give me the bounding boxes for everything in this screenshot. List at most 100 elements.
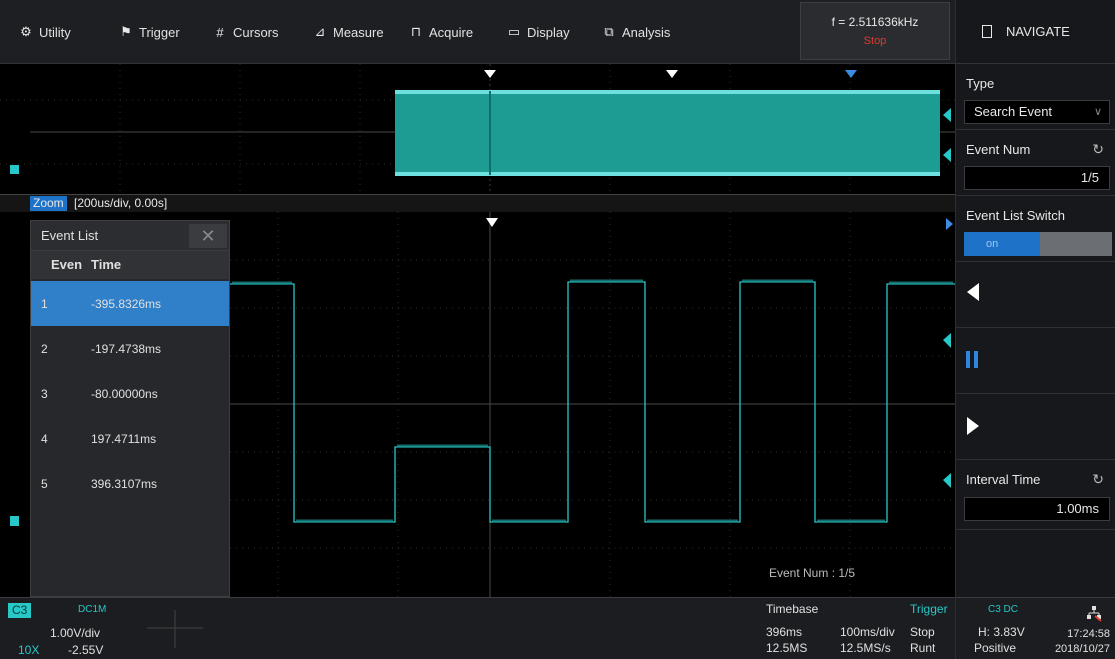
overview-channel-marker <box>10 165 19 174</box>
menu-cursors[interactable]: # Cursors <box>212 0 279 64</box>
measure-icon: ⊿ <box>314 24 326 39</box>
event-num-section[interactable]: Event Num ↻ 1/5 <box>956 130 1115 196</box>
menu-cursors-label: Cursors <box>233 24 279 40</box>
col-index-header: Even <box>51 257 83 272</box>
refresh-icon: ↻ <box>1092 141 1104 157</box>
timebase-delay: 396ms <box>766 625 803 639</box>
trigger-label: Trigger <box>910 602 948 616</box>
channel-probe: 10X <box>18 643 40 657</box>
overview-marker-3 <box>845 70 857 78</box>
pause-button[interactable] <box>956 328 1115 394</box>
navigate-panel: NAVIGATE Type Search Event ∨ Event Num ↻… <box>955 0 1115 659</box>
trigger-type: Runt <box>910 641 936 655</box>
timebase-sample-rate: 12.5MS/s <box>840 641 891 655</box>
frequency-readout: f = 2.511636kHz <box>831 15 919 29</box>
overview-marker-2 <box>666 70 678 78</box>
menu-acquire[interactable]: ⊓ Acquire <box>408 0 473 64</box>
event-num-field[interactable]: 1/5 <box>964 166 1110 190</box>
channel-coupling: DC1M <box>78 604 107 615</box>
menu-analysis-label: Analysis <box>622 24 671 40</box>
menu-acquire-label: Acquire <box>429 24 474 40</box>
pause-icon <box>966 351 978 368</box>
event-row[interactable]: 3 -80.00000ns <box>31 371 229 416</box>
play-left-icon <box>967 283 979 301</box>
interval-time-label: Interval Time <box>966 472 1041 487</box>
event-list-title-bar: Event List ✕ <box>31 221 229 251</box>
col-time-header: Time <box>91 257 122 272</box>
event-row-index: 5 <box>41 477 48 491</box>
menu-display-label: Display <box>527 24 570 40</box>
navigate-title: NAVIGATE <box>1006 24 1070 39</box>
event-num-label: Event Num <box>966 142 1031 157</box>
zoom-info-bar: Zoom [200us/div, 0.00s] <box>0 194 955 212</box>
menu-utility-label: Utility <box>39 24 71 40</box>
run-state: Stop <box>863 35 887 47</box>
navigate-header[interactable]: NAVIGATE <box>956 0 1115 64</box>
frequency-status-box[interactable]: f = 2.511636kHz Stop <box>800 2 950 60</box>
signal-trace <box>230 281 955 523</box>
chevron-down-icon: ∨ <box>1093 106 1102 118</box>
trigger-source-info[interactable]: C3 DC H: 3.83V Positive <box>956 597 1038 659</box>
channel-offset: -2.55V <box>68 643 104 657</box>
channel-name: C3 <box>8 603 32 618</box>
menu-measure-label: Measure <box>333 24 384 40</box>
event-list-panel[interactable]: Event List ✕ Even Time 1 -395.8326ms 2 -… <box>30 220 230 597</box>
overview-zoom-window <box>395 91 940 175</box>
event-row[interactable]: 5 396.3107ms <box>31 461 229 506</box>
type-section[interactable]: Type Search Event ∨ <box>956 64 1115 130</box>
cursors-icon: # <box>216 24 224 40</box>
event-row[interactable]: 2 -197.4738ms <box>31 326 229 371</box>
overview-level-marker-1 <box>943 108 951 122</box>
clock: 17:24:58 2018/10/27 <box>1038 628 1110 655</box>
menu-trigger-label: Trigger <box>139 24 180 40</box>
type-value: Search Event <box>974 104 1053 119</box>
menu-display[interactable]: ▭ Display <box>506 0 570 64</box>
zoom-trigger-marker <box>486 218 498 227</box>
event-list-header: Even Time <box>31 251 229 279</box>
menu-measure[interactable]: ⊿ Measure <box>312 0 384 64</box>
close-icon[interactable]: ✕ <box>189 224 227 248</box>
trigger-source: C3 DC <box>988 604 1019 615</box>
event-row-index: 3 <box>41 387 48 401</box>
channel-info[interactable]: C3 DC1M 1.00V/div 10X -2.55V <box>0 598 130 659</box>
menu-trigger[interactable]: ⚑ Trigger <box>118 0 180 64</box>
event-num-overlay: Event Num : 1/5 <box>769 566 856 580</box>
channel-scale: 1.00V/div <box>50 626 101 640</box>
type-dropdown[interactable]: Search Event ∨ <box>964 100 1110 124</box>
menu-analysis[interactable]: ⧉ Analysis <box>601 0 670 64</box>
event-row-time: 197.4711ms <box>91 432 157 446</box>
empty-channel-slot[interactable] <box>135 604 215 654</box>
zoom-level-marker-1 <box>943 333 951 348</box>
event-row[interactable]: 4 197.4711ms <box>31 416 229 461</box>
event-list-title: Event List <box>41 228 99 243</box>
timebase-label: Timebase <box>766 602 819 616</box>
event-row-index: 4 <box>41 432 48 446</box>
analysis-icon: ⧉ <box>604 24 614 39</box>
clock-date: 2018/10/27 <box>1054 643 1110 655</box>
refresh-icon: ↻ <box>1092 471 1104 487</box>
overview-level-marker-2 <box>943 148 951 162</box>
zoom-channel-marker <box>10 516 19 526</box>
timebase-info[interactable]: Timebase 396ms 100ms/div 12.5MS 12.5MS/s <box>760 598 908 659</box>
zoom-level-marker-2 <box>943 473 951 488</box>
type-label: Type <box>966 76 995 91</box>
event-row[interactable]: 1 -395.8326ms <box>31 281 229 326</box>
event-row-time: 396.3107ms <box>91 477 158 491</box>
play-right-icon <box>967 417 979 435</box>
trigger-state: Stop <box>910 625 935 639</box>
zoom-trigger-level-blue <box>946 218 953 230</box>
bottom-status-bar: C3 DC1M 1.00V/div 10X -2.55V Timebase 39… <box>0 597 955 659</box>
trigger-info[interactable]: Trigger Stop Runt <box>906 598 955 659</box>
prev-event-button[interactable] <box>956 262 1115 328</box>
interval-time-section[interactable]: Interval Time ↻ 1.00ms <box>956 460 1115 530</box>
event-list-toggle[interactable]: on <box>964 232 1112 256</box>
interval-time-field[interactable]: 1.00ms <box>964 497 1110 521</box>
overview-waveform[interactable] <box>0 64 955 194</box>
next-event-button[interactable] <box>956 394 1115 460</box>
trigger-slope: Positive <box>974 641 1017 655</box>
menu-utility[interactable]: ⚙ Utility <box>18 0 71 64</box>
timebase-scale: 100ms/div <box>840 625 895 639</box>
display-icon: ▭ <box>507 24 521 39</box>
event-list-switch-label: Event List Switch <box>966 208 1065 223</box>
top-menu-bar: ⚙ Utility ⚑ Trigger # Cursors ⊿ Measure … <box>0 0 955 64</box>
